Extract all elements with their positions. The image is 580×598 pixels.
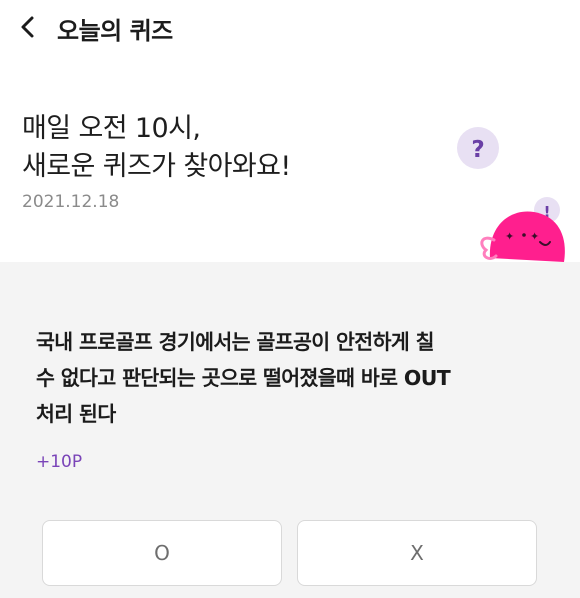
- hero-title-line-1: 매일 오전 10시,: [22, 113, 201, 144]
- svg-text:✦: ✦: [505, 230, 514, 243]
- quiz-date: 2021.12.18: [22, 192, 120, 212]
- quiz-question-line-2: 수 없다고 판단되는 곳으로 떨어졌을때 바로 OUT: [36, 366, 451, 390]
- quiz-question: 국내 프로골프 경기에서는 골프공이 안전하게 칠 수 없다고 판단되는 곳으로…: [36, 324, 552, 432]
- mascot-illustration: ? ! ✦ ✦: [452, 118, 580, 262]
- back-button[interactable]: [14, 12, 44, 42]
- hero-title: 매일 오전 10시, 새로운 퀴즈가 찾아와요!: [22, 110, 291, 186]
- answer-x-button[interactable]: X: [297, 520, 537, 586]
- top-bar: 오늘의 퀴즈: [0, 0, 580, 56]
- quiz-question-line-1: 국내 프로골프 경기에서는 골프공이 안전하게 칠: [36, 330, 434, 354]
- question-mark-icon: ?: [471, 137, 484, 163]
- chevron-left-icon: [21, 16, 34, 38]
- hero-title-line-2: 새로운 퀴즈가 찾아와요!: [22, 151, 291, 182]
- quiz-question-line-3: 처리 된다: [36, 402, 116, 426]
- answer-o-button[interactable]: O: [42, 520, 282, 586]
- svg-text:✦: ✦: [530, 230, 539, 243]
- quiz-card: 국내 프로골프 경기에서는 골프공이 안전하게 칠 수 없다고 판단되는 곳으로…: [0, 262, 580, 598]
- page-title: 오늘의 퀴즈: [57, 17, 173, 45]
- points-reward: +10P: [36, 452, 83, 472]
